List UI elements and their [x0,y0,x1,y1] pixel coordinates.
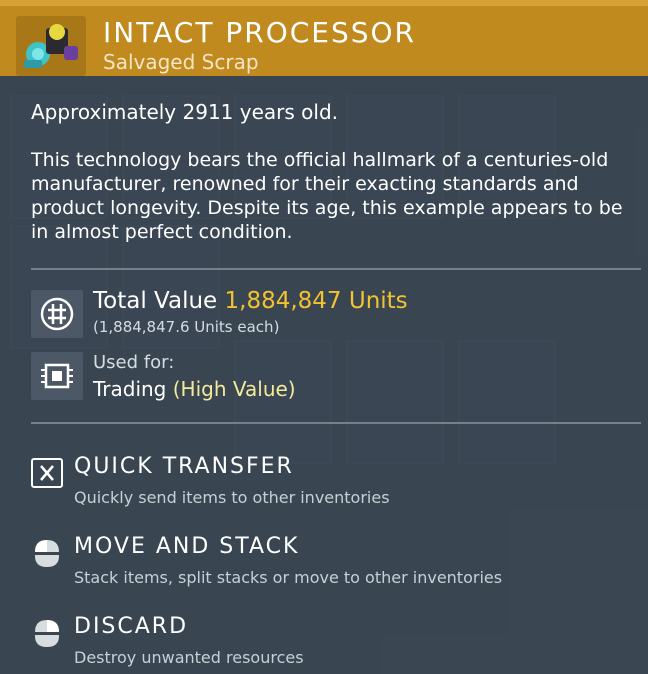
discard-desc: Destroy unwanted resources [74,648,304,667]
item-description: This technology bears the official hallm… [31,149,623,243]
used-for-trading: Trading [93,377,173,401]
mouse-left-icon [31,538,63,568]
total-value-amount: 1,884,847 Units [224,288,408,314]
divider [31,422,641,424]
chip-icon [31,352,83,400]
item-subtitle: Salvaged Scrap [103,50,259,74]
unit-value-each: (1,884,847.6 Units each) [93,318,280,336]
x-key-icon [31,458,63,488]
quick-transfer-desc: Quickly send items to other inventories [74,488,390,507]
used-for-value: Trading (High Value) [93,377,296,401]
move-and-stack-desc: Stack items, split stacks or move to oth… [74,568,503,587]
mouse-right-icon [31,618,63,648]
item-tooltip-panel: INTACT PROCESSOR Salvaged Scrap Approxim… [0,0,648,674]
discard-title: DISCARD [74,614,189,639]
total-value-label: Total Value [93,288,225,314]
processor-icon [16,16,86,76]
units-icon [31,290,83,338]
total-value-line: Total Value 1,884,847 Units [93,288,408,314]
item-header: INTACT PROCESSOR Salvaged Scrap [0,0,648,76]
quick-transfer-action[interactable]: QUICK TRANSFER Quickly send items to oth… [31,454,631,514]
move-and-stack-title: MOVE AND STACK [74,534,300,559]
item-title: INTACT PROCESSOR [103,16,417,49]
move-and-stack-action[interactable]: MOVE AND STACK Stack items, split stacks… [31,534,631,594]
discard-action[interactable]: DISCARD Destroy unwanted resources [31,614,631,674]
item-age: Approximately 2911 years old. [31,100,339,124]
used-for-label: Used for: [93,352,175,373]
quick-transfer-title: QUICK TRANSFER [74,454,294,479]
used-for-highlight: (High Value) [172,377,296,401]
divider [31,268,641,270]
